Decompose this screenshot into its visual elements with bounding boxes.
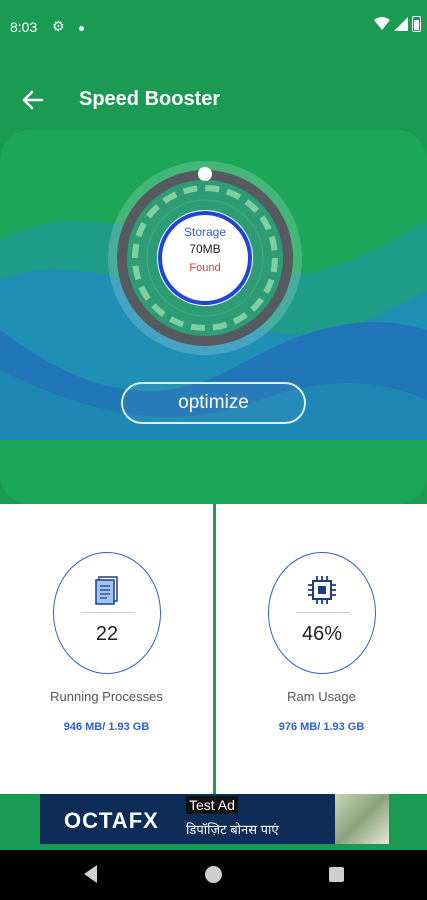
ram-circle: 46% (268, 552, 376, 674)
ad-text: डिपॉज़िट बोनस पाएं (186, 822, 279, 837)
divider (296, 612, 350, 613)
wifi-icon (374, 17, 390, 30)
status-icons (374, 16, 421, 32)
processes-circle: 22 (53, 552, 161, 674)
notification-dot-icon (79, 26, 84, 31)
test-ad-tag: Test Ad (186, 796, 238, 814)
battery-icon (412, 16, 421, 32)
stats-cards: 22 Running Processes 946 MB/ 1.93 GB 46%… (0, 504, 427, 794)
status-bar: 8:03 ⚙ (0, 0, 427, 56)
ram-percent: 46% (301, 623, 343, 645)
system-nav-bar (0, 850, 427, 900)
processes-memory: 946 MB/ 1.93 GB (63, 721, 150, 733)
gauge-readout: Storage 70MB Found (107, 130, 303, 360)
processes-count: 22 (95, 623, 119, 645)
nav-home-icon[interactable] (205, 866, 222, 883)
found-label: Found (189, 262, 221, 274)
ram-usage-card[interactable]: 46% Ram Usage 976 MB/ 1.93 GB (216, 504, 427, 794)
nav-recents-icon[interactable] (329, 867, 344, 882)
money-image (335, 794, 389, 844)
running-processes-card[interactable]: 22 Running Processes 946 MB/ 1.93 GB (0, 504, 213, 794)
status-time: 8:03 (10, 19, 38, 35)
ram-memory: 976 MB/ 1.93 GB (278, 721, 365, 733)
nav-back-icon[interactable] (84, 865, 97, 883)
booster-hero: Storage 70MB Found optimize (0, 130, 427, 504)
optimize-button[interactable]: optimize (121, 382, 306, 424)
storage-value: 70MB (189, 242, 221, 256)
ad-brand-a: OCTA (64, 808, 129, 833)
ram-label: Ram Usage (287, 689, 356, 704)
settings-gear-icon: ⚙ (52, 18, 65, 34)
page-title: Speed Booster (79, 88, 221, 110)
processes-label: Running Processes (50, 689, 163, 704)
signal-icon (394, 17, 408, 31)
document-icon (95, 576, 118, 605)
divider (81, 612, 135, 613)
ad-brand-logo: OCTAFX (64, 808, 159, 834)
back-arrow-icon[interactable] (12, 80, 52, 120)
chip-icon (308, 576, 336, 604)
banner-ad[interactable]: OCTAFX Test Ad डिपॉज़िट बोनस पाएं (40, 794, 389, 844)
ad-strip: OCTAFX Test Ad डिपॉज़िट बोनस पाएं (0, 794, 427, 850)
ad-brand-b: FX (128, 808, 159, 833)
storage-label: Storage (183, 225, 227, 239)
app-bar: Speed Booster (0, 56, 427, 130)
